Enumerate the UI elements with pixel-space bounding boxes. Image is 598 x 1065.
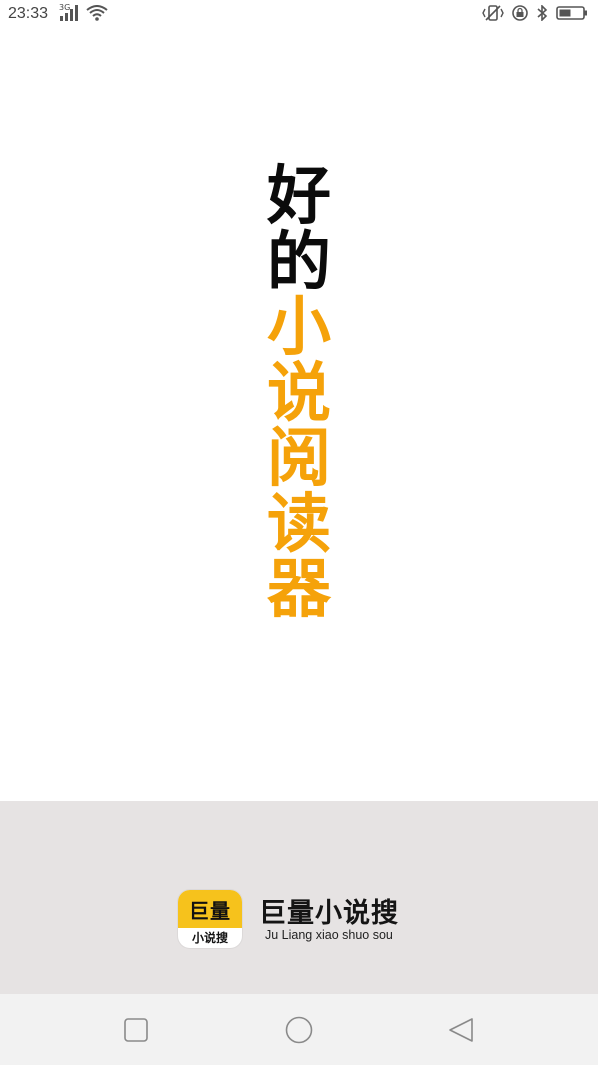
battery-icon bbox=[556, 6, 587, 20]
slogan-char: 说 bbox=[267, 356, 331, 431]
slogan-char: 读 bbox=[267, 487, 331, 562]
recent-apps-button[interactable] bbox=[123, 1017, 149, 1043]
vibrate-icon bbox=[482, 5, 504, 21]
system-navigation-bar bbox=[0, 994, 598, 1065]
logo-bottom-text: 小说搜 bbox=[191, 930, 228, 945]
back-button[interactable] bbox=[448, 1017, 474, 1043]
logo-bottom-band: 小说搜 bbox=[178, 926, 242, 948]
slogan-char: 器 bbox=[267, 553, 331, 627]
logo-top-text: 巨量 bbox=[189, 898, 231, 923]
app-logo: 巨量 小说搜 bbox=[178, 890, 242, 948]
slogan-char: 小 bbox=[267, 291, 331, 365]
logo-top-band: 巨量 bbox=[178, 890, 242, 928]
brand-name: 巨量小说搜 bbox=[259, 898, 399, 929]
slogan-char: 阅 bbox=[267, 422, 331, 496]
home-button[interactable] bbox=[285, 1016, 313, 1044]
bluetooth-icon bbox=[537, 5, 548, 21]
signal-icon bbox=[60, 5, 78, 21]
splash-slogan: 好 的 小 说 阅 读 器 bbox=[0, 160, 598, 627]
wifi-icon bbox=[86, 5, 108, 21]
slogan-char: 的 bbox=[267, 225, 331, 300]
brand-footer: 巨量 小说搜 巨量小说搜 Ju Liang xiao shuo sou bbox=[0, 801, 598, 994]
status-bar: 23:33 3G bbox=[0, 0, 598, 28]
slogan-char: 好 bbox=[267, 160, 331, 234]
status-time: 23:33 bbox=[8, 5, 49, 22]
rotation-lock-icon bbox=[512, 5, 528, 21]
brand-pinyin: Ju Liang xiao shuo sou bbox=[265, 928, 393, 942]
